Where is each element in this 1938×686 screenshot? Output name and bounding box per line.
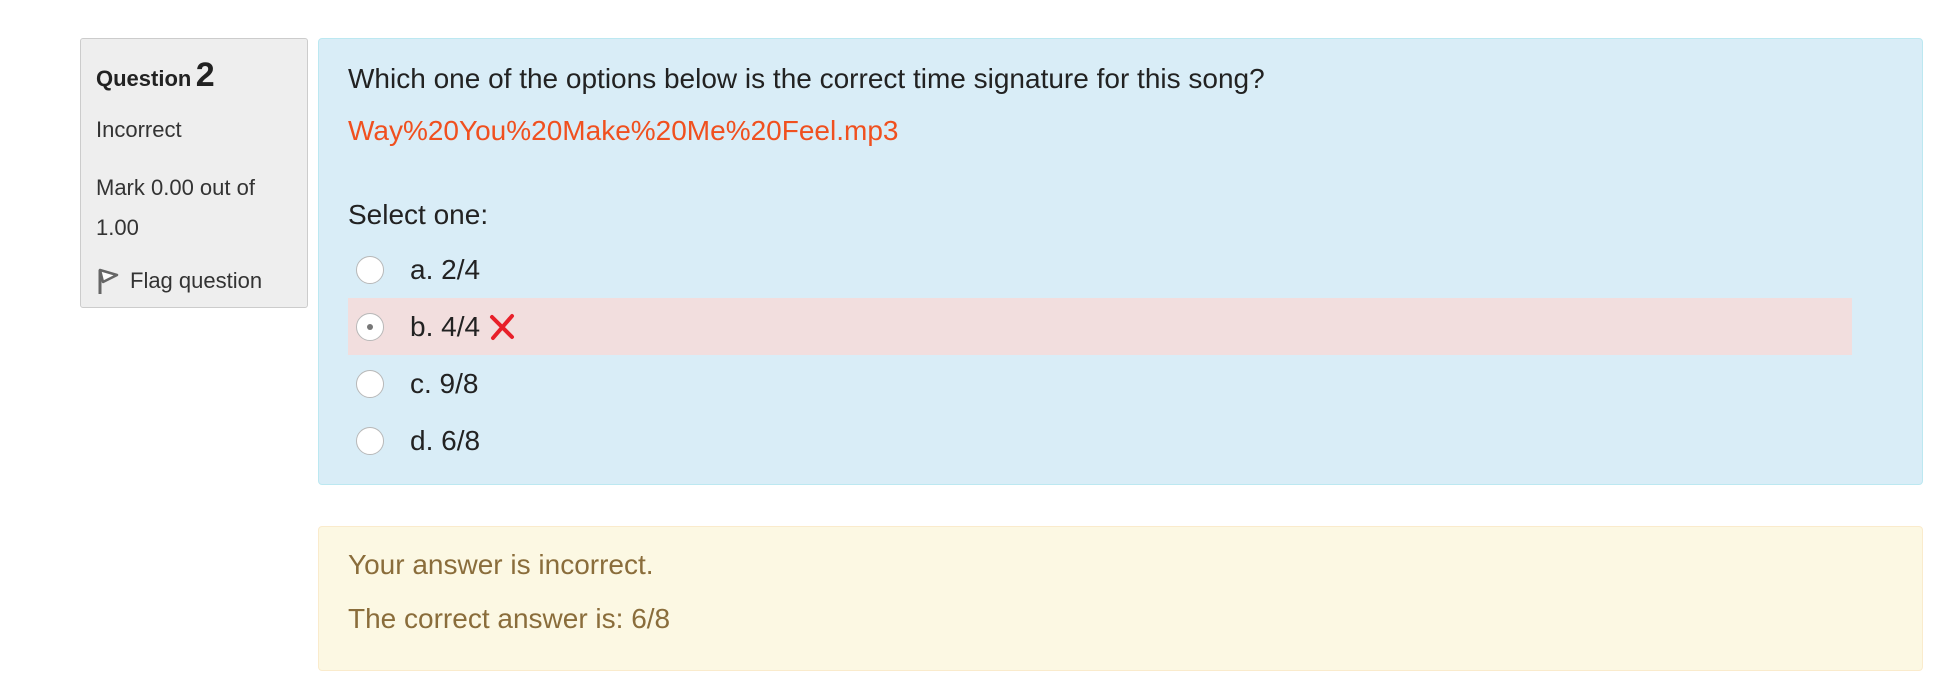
question-text: Which one of the options below is the co… (348, 63, 1265, 94)
answer-label-a: a. 2/4 (410, 253, 481, 285)
answer-option-a[interactable]: a. 2/4 (348, 241, 1852, 298)
question-grade: Mark 0.00 out of 1.00 (96, 175, 255, 240)
answer-radio-b[interactable] (356, 312, 384, 341)
answer-radio-c[interactable] (356, 369, 384, 398)
question-info-panel: Question 2 Incorrect Mark 0.00 out of 1.… (80, 38, 308, 308)
feedback-result: Your answer is incorrect. (348, 549, 654, 580)
answer-radio-d[interactable] (356, 426, 384, 455)
feedback-panel: Your answer is incorrect. The correct an… (318, 526, 1923, 671)
answer-radio-a[interactable] (356, 255, 384, 284)
question-formulation: Which one of the options below is the co… (318, 38, 1923, 485)
question-state: Incorrect (96, 117, 182, 142)
flag-question-label: Flag question (130, 268, 263, 293)
question-label: Question (96, 66, 192, 91)
answer-option-b[interactable]: b. 4/4 (348, 298, 1852, 355)
question-number: 2 (195, 56, 215, 94)
flag-question-link[interactable]: Flag question (96, 266, 292, 296)
answer-option-c[interactable]: c. 9/8 (348, 355, 1852, 412)
incorrect-cross-icon (488, 313, 516, 341)
question-heading: Question 2 (96, 55, 292, 102)
select-prompt: Select one: (348, 199, 489, 230)
answer-label-d: d. 6/8 (410, 424, 481, 456)
flag-icon (98, 268, 119, 294)
answer-options: a. 2/4 b. 4/4 c. 9/8 d. 6/8 (348, 241, 1893, 469)
audio-file-link[interactable]: Way%20You%20Make%20Me%20Feel.mp3 (348, 113, 898, 149)
answer-option-d[interactable]: d. 6/8 (348, 412, 1852, 469)
answer-label-b: b. 4/4 (410, 310, 481, 342)
feedback-right-answer: The correct answer is: 6/8 (348, 603, 671, 634)
answer-label-c: c. 9/8 (410, 367, 479, 399)
